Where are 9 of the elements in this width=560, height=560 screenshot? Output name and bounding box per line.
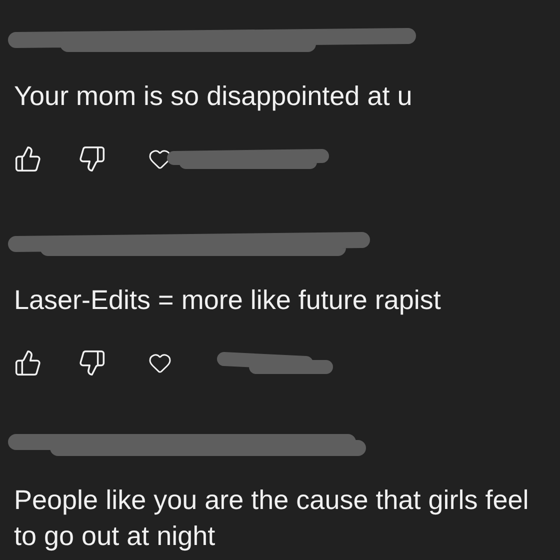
heart-icon[interactable] bbox=[148, 351, 172, 375]
thumbs-down-icon[interactable] bbox=[78, 349, 106, 377]
comment-text: People like you are the cause that girls feel to go out at night bbox=[14, 484, 530, 553]
thumbs-up-icon[interactable] bbox=[14, 349, 42, 377]
comment-text: Laser-Edits = more like future rapist bbox=[14, 284, 442, 317]
heart-icon[interactable] bbox=[148, 147, 172, 171]
thumbs-up-icon[interactable] bbox=[14, 145, 42, 173]
comment-text: Your mom is so disappointed at u bbox=[14, 80, 414, 113]
thumbs-down-icon[interactable] bbox=[78, 145, 106, 173]
